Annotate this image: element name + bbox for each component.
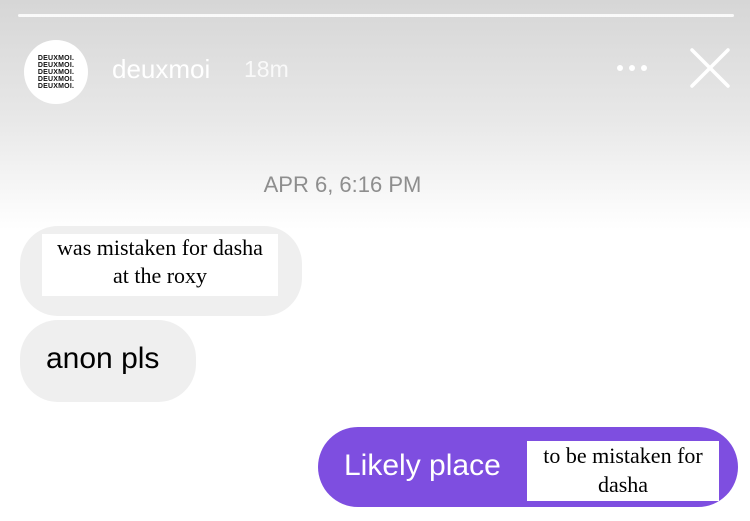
avatar-text-line: DEUXMOI. [37, 82, 75, 90]
message-text: Likely place [344, 449, 501, 482]
avatar[interactable]: DEUXMOI. DEUXMOI. DEUXMOI. DEUXMOI. DEUX… [24, 40, 88, 104]
text-overlay-sticker: to be mistaken for dasha [527, 441, 719, 501]
overlay-text-line: was mistaken for dasha [57, 235, 263, 260]
avatar-text-line: DEUXMOI. [37, 68, 75, 76]
posted-time: 18m [244, 56, 289, 82]
incoming-message-bubble: was mistaken for dasha at the roxy [20, 226, 302, 316]
username[interactable]: deuxmoi [112, 54, 210, 85]
message-text: anon pls [46, 342, 160, 375]
close-icon[interactable] [688, 46, 732, 90]
outgoing-message-bubble: Likely place to be mistaken for dasha [318, 427, 738, 507]
text-overlay-sticker: was mistaken for dasha at the roxy [42, 234, 278, 296]
avatar-text-line: DEUXMOI. [37, 75, 75, 83]
incoming-message-bubble: anon pls [20, 320, 196, 402]
story-progress-segment [18, 14, 734, 17]
overlay-text-line: dasha [597, 472, 649, 497]
story-progress-bar [18, 14, 734, 17]
avatar-text-line: DEUXMOI. [37, 61, 75, 69]
more-horizontal-icon[interactable] [614, 58, 650, 78]
message-timestamp: APR 6, 6:16 PM [263, 172, 422, 197]
overlay-text-line: to be mistaken for [543, 443, 703, 468]
avatar-text-line: DEUXMOI. [37, 54, 75, 62]
overlay-text-line: at the roxy [112, 263, 208, 288]
